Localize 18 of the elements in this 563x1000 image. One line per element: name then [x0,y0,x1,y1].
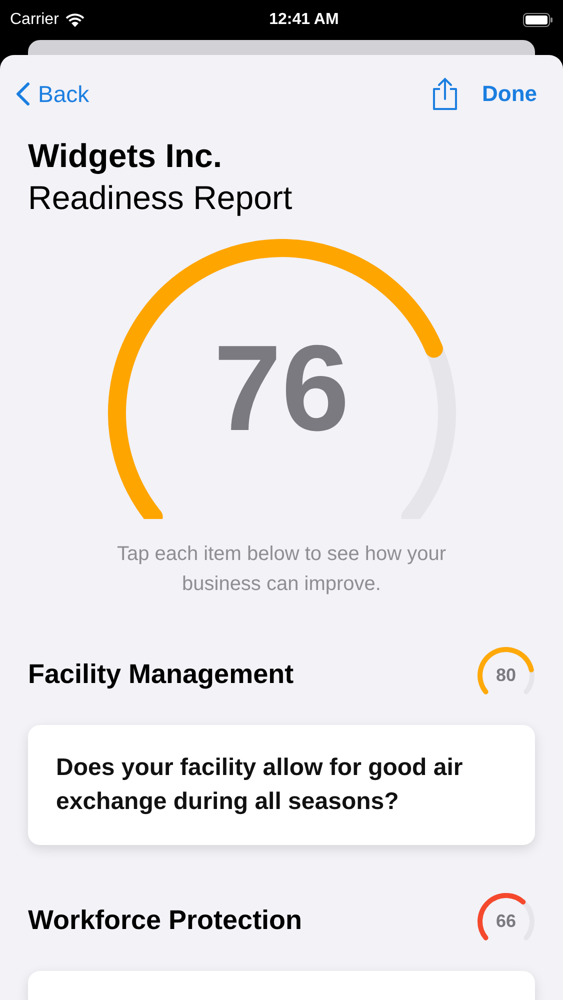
report-subtitle: Readiness Report [28,179,294,217]
section-score: 66 [494,911,518,932]
done-button[interactable]: Done [482,81,537,107]
clock-time: 12:41 AM [269,11,339,29]
chevron-left-icon [16,82,30,106]
section-score: 80 [494,665,518,686]
section-title: Workforce Protection [28,904,302,936]
carrier-label: Carrier [10,11,59,29]
battery-icon [522,13,553,27]
instruction-text: Tap each item below to see how your business can improve. [116,542,448,597]
question-text: Does your facility allow for good air exchange during all seasons? [56,753,464,817]
back-button[interactable]: Back [16,80,90,108]
score-value: 76 [212,327,350,449]
section-title: Facility Management [28,658,294,690]
question-card[interactable]: Does your facility allow for good air exchange during all seasons? [28,725,535,845]
share-icon[interactable] [432,77,458,111]
company-title: Widgets Inc. [28,137,224,175]
wifi-icon [64,12,85,28]
